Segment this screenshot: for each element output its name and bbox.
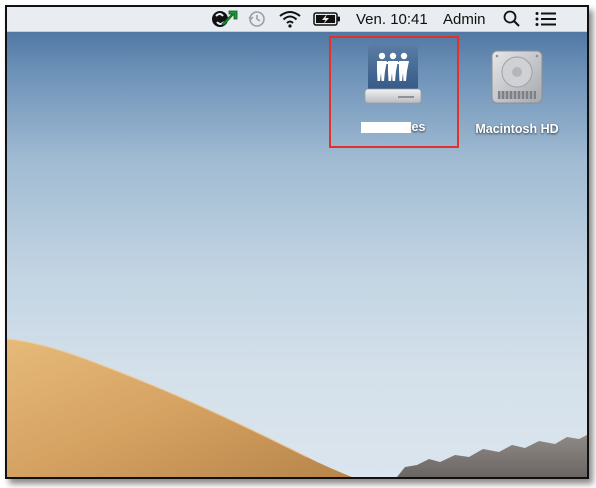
wifi-icon[interactable]: [279, 7, 301, 31]
shared-volume-label: es: [337, 120, 449, 134]
macintosh-hd-label: Macintosh HD: [475, 122, 559, 136]
menu-bar: Ven. 10:41 Admin: [7, 7, 587, 32]
shared-volume-item[interactable]: es: [337, 41, 449, 134]
battery-charging-icon[interactable]: [313, 7, 341, 31]
search-icon[interactable]: [503, 7, 521, 31]
timemachine-icon[interactable]: [247, 7, 267, 31]
menubar-clock[interactable]: Ven. 10:41: [356, 7, 428, 31]
screenshot-frame: Ven. 10:41 Admin es Macintosh HD: [5, 5, 589, 479]
sync-app-icon[interactable]: [210, 7, 238, 31]
redacted-name: [360, 122, 411, 134]
shared-folder-drive-icon: [360, 41, 426, 109]
control-center-icon[interactable]: [535, 7, 557, 31]
menubar-user[interactable]: Admin: [443, 7, 486, 31]
hard-drive-icon: [486, 47, 548, 113]
macintosh-hd-item[interactable]: Macintosh HD: [462, 47, 572, 136]
